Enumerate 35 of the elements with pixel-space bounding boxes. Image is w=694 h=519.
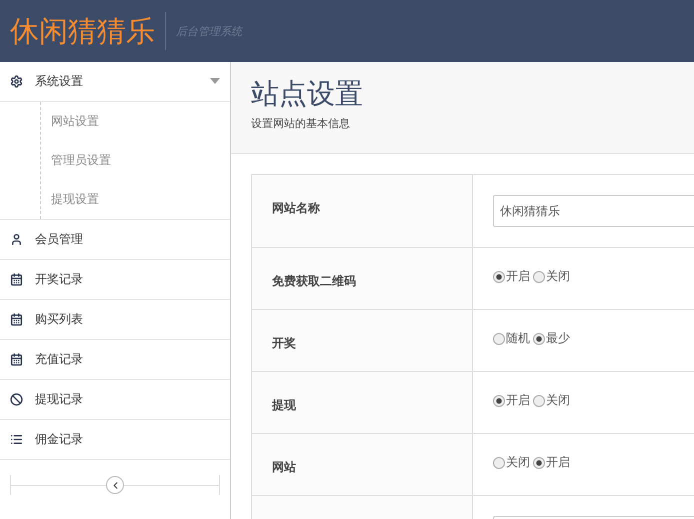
page-title: 站点设置 <box>251 76 364 112</box>
app-logo: 休闲猜猜乐 <box>10 12 166 50</box>
label-cell: 提现 <box>252 372 473 433</box>
calendar-icon <box>10 313 23 326</box>
gear-icon <box>10 75 23 88</box>
radio-option[interactable]: 最少 <box>533 330 570 347</box>
input-field[interactable]: 休闲猜猜乐 <box>493 195 694 227</box>
radio-option[interactable]: 关闭 <box>533 392 570 409</box>
radio-option[interactable]: 开启 <box>493 268 530 285</box>
ban-icon <box>10 393 23 406</box>
sidebar-item[interactable]: 购买列表 <box>0 300 230 340</box>
label-cell: 网站名称 <box>252 175 473 247</box>
label-cell: 免费获取二维码 <box>252 248 473 309</box>
submenu-item[interactable]: 管理员设置 <box>0 141 230 180</box>
calendar-icon <box>10 353 23 366</box>
user-icon <box>10 233 23 246</box>
radio-option[interactable]: 关闭 <box>493 454 530 471</box>
page-subtitle: 设置网站的基本信息 <box>251 116 351 131</box>
sidebar-item[interactable]: 佣金记录 <box>0 420 230 460</box>
radio-option[interactable]: 随机 <box>493 330 530 347</box>
calendar-icon <box>10 273 23 286</box>
label-cell: 网站 <box>252 434 473 495</box>
list-icon <box>10 433 23 446</box>
collapse-button[interactable] <box>106 476 124 494</box>
radio-option[interactable]: 关闭 <box>533 268 570 285</box>
sidebar-item[interactable]: 充值记录 <box>0 340 230 380</box>
sidebar-item[interactable]: 系统设置 <box>0 62 230 102</box>
radio-option[interactable]: 开启 <box>493 392 530 409</box>
sidebar-item[interactable]: 提现记录 <box>0 380 230 420</box>
submenu-item[interactable]: 网站设置 <box>0 102 230 141</box>
submenu-item[interactable]: 提现设置 <box>0 180 230 219</box>
sidebar-item[interactable]: 开奖记录 <box>0 260 230 300</box>
sidebar-item[interactable]: 会员管理 <box>0 220 230 260</box>
label-cell: 开奖 <box>252 310 473 371</box>
radio-option[interactable]: 开启 <box>533 454 570 471</box>
